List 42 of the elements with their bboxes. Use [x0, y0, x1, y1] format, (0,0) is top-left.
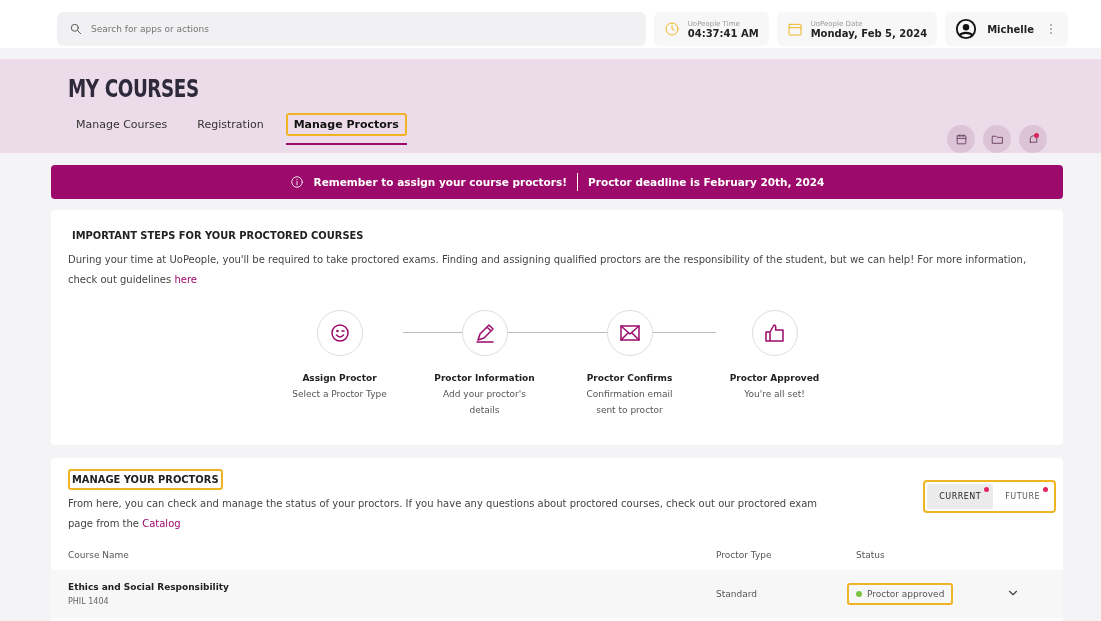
- course-code: PHIL 1404: [68, 597, 110, 606]
- banner-message: Remember to assign your course proctors!: [313, 176, 568, 188]
- step-title: Proctor Approved: [729, 373, 820, 383]
- step-title: Proctor Information: [434, 373, 535, 383]
- banner-deadline: Proctor deadline is February 20th, 2024: [588, 176, 825, 188]
- step-description: Confirmation email sent to proctor: [585, 388, 674, 417]
- step-title: Assign Proctor: [302, 373, 377, 383]
- toggle-option[interactable]: CURRENT: [927, 484, 994, 509]
- status-text: Proctor approved: [867, 589, 945, 599]
- tab[interactable]: Manage Courses: [68, 113, 176, 136]
- intro-paragraph: From here, you can check and manage the status of your proctors. If you have any questions about proctored courses, check out our proctored exam page from the Catalog: [68, 497, 819, 531]
- section-title: MANAGE YOUR PROCTORS: [68, 469, 223, 490]
- intro-paragraph: During your time at UoPeople, you'll be required to take proctored exams. Finding and assigning qualified proctors are the responsibility of the student, but we can help! For more information, check out guidelines here: [68, 253, 1028, 287]
- search-icon: [69, 22, 83, 36]
- section-title: IMPORTANT STEPS FOR YOUR PROCTORED COURSES: [71, 228, 365, 244]
- column-header: Course Name: [68, 550, 130, 560]
- course-name: Ethics and Social Responsibility: [68, 582, 230, 592]
- clock-icon: [663, 21, 680, 37]
- column-header: Status: [856, 550, 886, 560]
- tab[interactable]: Manage Proctors: [285, 113, 407, 136]
- column-header: Proctor Type: [716, 550, 773, 560]
- date-value: Monday, Feb 5, 2024: [810, 27, 928, 39]
- proctor-type: Standard: [716, 589, 758, 599]
- step-description: Select a Proctor Type: [291, 388, 388, 401]
- step-title: Proctor Confirms: [586, 373, 673, 383]
- calendar-icon: [786, 21, 803, 37]
- user-name[interactable]: Michelle: [987, 23, 1034, 35]
- folder-button[interactable]: [983, 125, 1011, 153]
- thumb-icon: [762, 321, 787, 345]
- info-icon: [289, 175, 304, 189]
- guidelines-link[interactable]: here: [174, 274, 197, 285]
- notification-button[interactable]: [1019, 125, 1047, 153]
- tab[interactable]: Registration: [189, 113, 272, 136]
- catalog-link[interactable]: Catalog: [142, 518, 181, 529]
- calendar-button[interactable]: [947, 125, 975, 153]
- calendar-icon: [954, 132, 968, 146]
- user-avatar-icon: [955, 18, 978, 40]
- page-title: MY COURSES: [68, 75, 199, 103]
- step-description: Add your proctor's details: [442, 388, 527, 417]
- search-field[interactable]: Search for apps or actions: [57, 12, 646, 46]
- step-description: You're all set!: [743, 388, 806, 401]
- time-value: 04:37:41 AM: [687, 27, 759, 39]
